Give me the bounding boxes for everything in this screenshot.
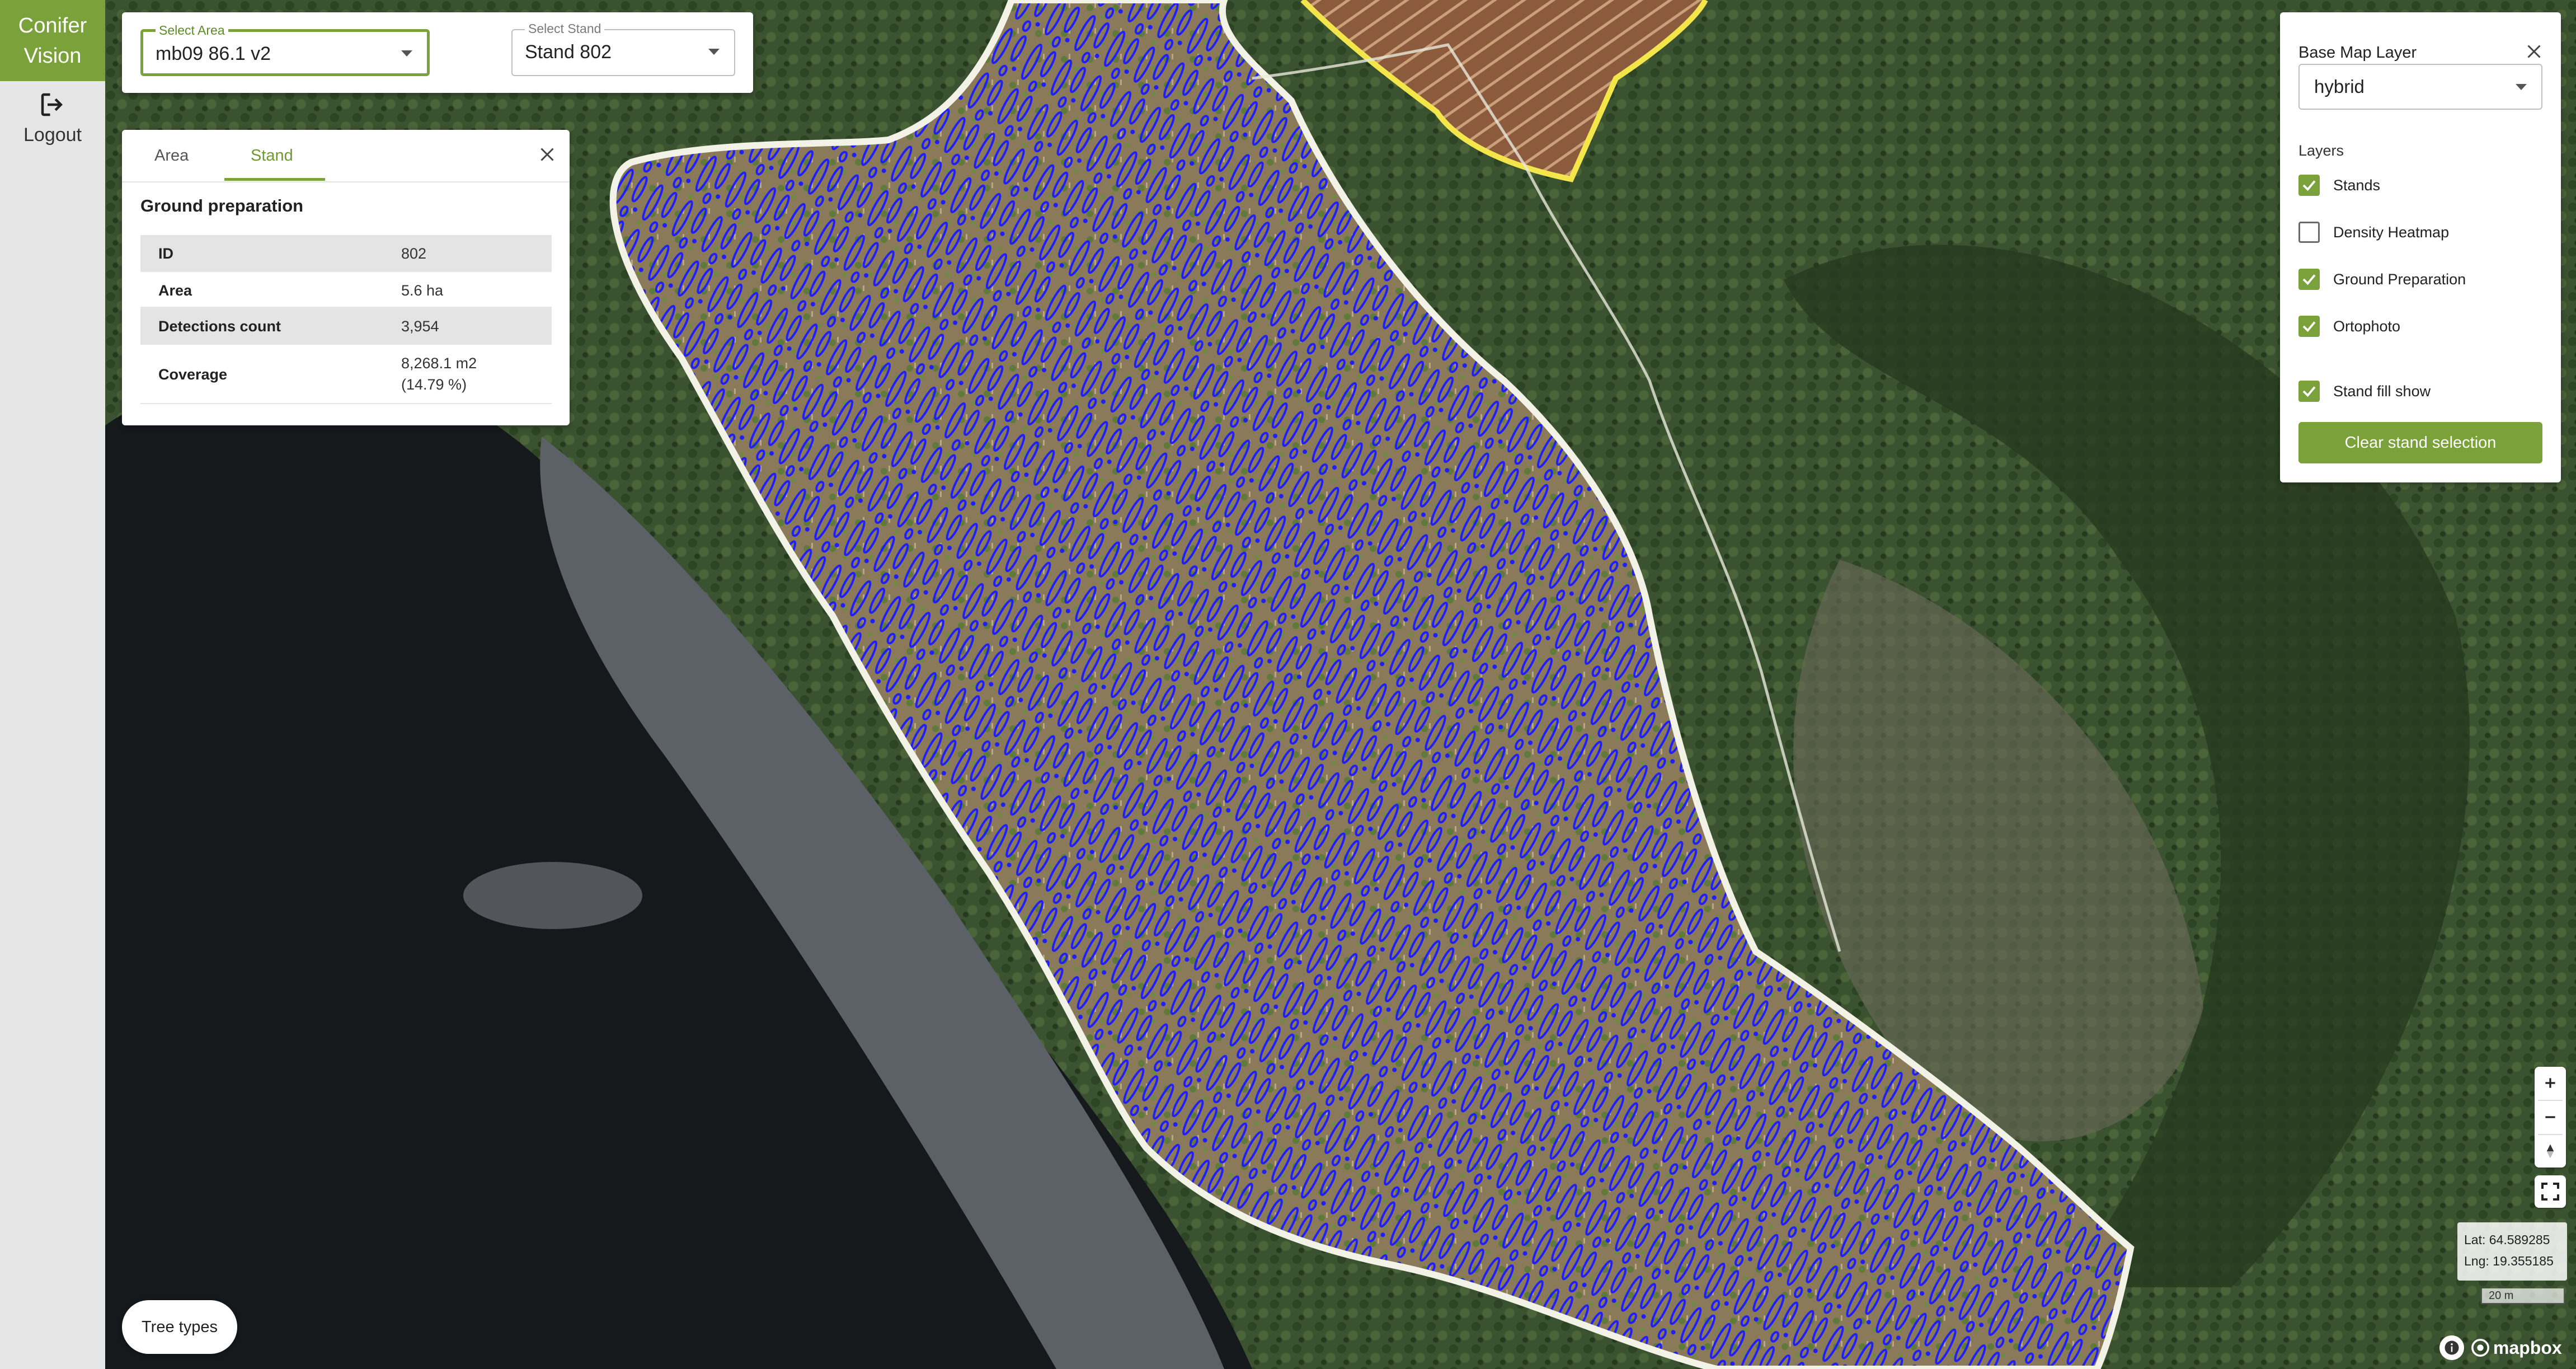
scale-bar: 20 m (2481, 1288, 2565, 1304)
select-area-dropdown[interactable]: Select Area mb09 86.1 v2 (140, 23, 430, 76)
select-stand-value: Stand 802 (525, 41, 612, 63)
base-map-title: Base Map Layer (2298, 44, 2417, 62)
tree-types-button[interactable]: Tree types (122, 1300, 237, 1354)
stand-info-panel: Area Stand Ground preparation ID 802 Are… (122, 130, 570, 425)
mapbox-wordmark: mapbox (2493, 1337, 2562, 1358)
latitude-readout: Lat: 64.589285 (2464, 1232, 2550, 1247)
row-value: 3,954 (401, 318, 439, 335)
logout-icon (41, 93, 63, 116)
row-key: ID (158, 245, 173, 262)
row-key: Area (158, 282, 192, 299)
fullscreen-icon (2541, 1183, 2559, 1201)
row-key: Detections count (158, 318, 281, 335)
mapbox-icon (2471, 1339, 2489, 1357)
table-row: Coverage 8,268.1 m2 (14.79 %) (140, 345, 552, 404)
brand-line-2: Vision (23, 44, 82, 68)
chevron-down-icon (708, 49, 720, 55)
mapbox-logo[interactable]: mapbox (2471, 1338, 2562, 1358)
select-stand-dropdown[interactable]: Select Stand Stand 802 (511, 21, 735, 76)
logout-label: Logout (23, 124, 82, 146)
longitude-readout: Lng: 19.355185 (2464, 1254, 2554, 1268)
select-area-label: Select Area (156, 23, 228, 38)
scale-label: 20 m (2489, 1290, 2514, 1302)
cursor-coordinates: Lat: 64.589285 Lng: 19.355185 (2457, 1222, 2567, 1281)
logout-button[interactable]: Logout (0, 90, 105, 157)
table-row: ID 802 (140, 235, 552, 272)
layer-label: Ortophoto (2333, 318, 2401, 335)
close-icon[interactable] (537, 144, 557, 165)
stand-info-table: ID 802 Area 5.6 ha Detections count 3,95… (140, 235, 552, 404)
close-icon[interactable] (2524, 41, 2544, 62)
row-key: Coverage (158, 366, 228, 383)
select-area-value: mb09 86.1 v2 (156, 43, 271, 64)
clear-stand-selection-button[interactable]: Clear stand selection (2298, 422, 2542, 463)
row-value: 5.6 ha (401, 282, 444, 299)
checkbox-checked-icon[interactable] (2298, 175, 2320, 196)
section-title: Ground preparation (140, 196, 304, 215)
layer-label: Stand fill show (2333, 383, 2431, 400)
layer-label: Density Heatmap (2333, 224, 2450, 241)
compass-button[interactable] (2535, 1135, 2566, 1168)
checkbox-checked-icon[interactable] (2298, 381, 2320, 402)
row-value-secondary: (14.79 %) (401, 376, 467, 393)
sidebar: Conifer Vision Logout (0, 0, 105, 1369)
row-value: 802 (401, 245, 427, 262)
base-map-dropdown[interactable]: hybrid (2298, 64, 2542, 110)
chevron-down-icon (2516, 84, 2527, 90)
map-navigation-control (2535, 1067, 2566, 1168)
map-attribution: mapbox (2439, 1333, 2566, 1362)
row-value: 8,268.1 m2 (401, 355, 477, 372)
brand-line-1: Conifer (18, 13, 87, 37)
layers-title: Layers (2298, 142, 2344, 159)
checkbox-checked-icon[interactable] (2298, 316, 2320, 337)
select-stand-label: Select Stand (525, 21, 605, 36)
plus-icon (2545, 1078, 2555, 1088)
checkbox-unchecked-icon[interactable] (2298, 222, 2320, 243)
layer-panel: Base Map Layer hybrid Layers Stands Dens… (2280, 12, 2561, 482)
info-tabs: Area Stand (122, 130, 570, 182)
zoom-in-button[interactable] (2535, 1067, 2566, 1099)
active-tab-indicator (224, 178, 325, 181)
table-row: Detections count 3,954 (140, 308, 552, 345)
layer-label: Stands (2333, 177, 2381, 194)
minus-icon (2545, 1116, 2555, 1118)
zoom-out-button[interactable] (2535, 1101, 2566, 1133)
layer-label: Ground Preparation (2333, 271, 2466, 288)
checkbox-checked-icon[interactable] (2298, 269, 2320, 290)
chevron-down-icon (401, 50, 412, 57)
table-row: Area 5.6 ha (140, 272, 552, 308)
info-icon[interactable] (2439, 1335, 2464, 1360)
fullscreen-button[interactable] (2535, 1175, 2566, 1208)
tab-stand[interactable]: Stand (251, 147, 293, 165)
base-map-value: hybrid (2314, 76, 2365, 97)
selector-panel: Select Area mb09 86.1 v2 Select Stand St… (122, 12, 753, 93)
tab-area[interactable]: Area (154, 147, 189, 165)
compass-icon (2546, 1144, 2554, 1159)
brand-logo: Conifer Vision (0, 0, 105, 81)
